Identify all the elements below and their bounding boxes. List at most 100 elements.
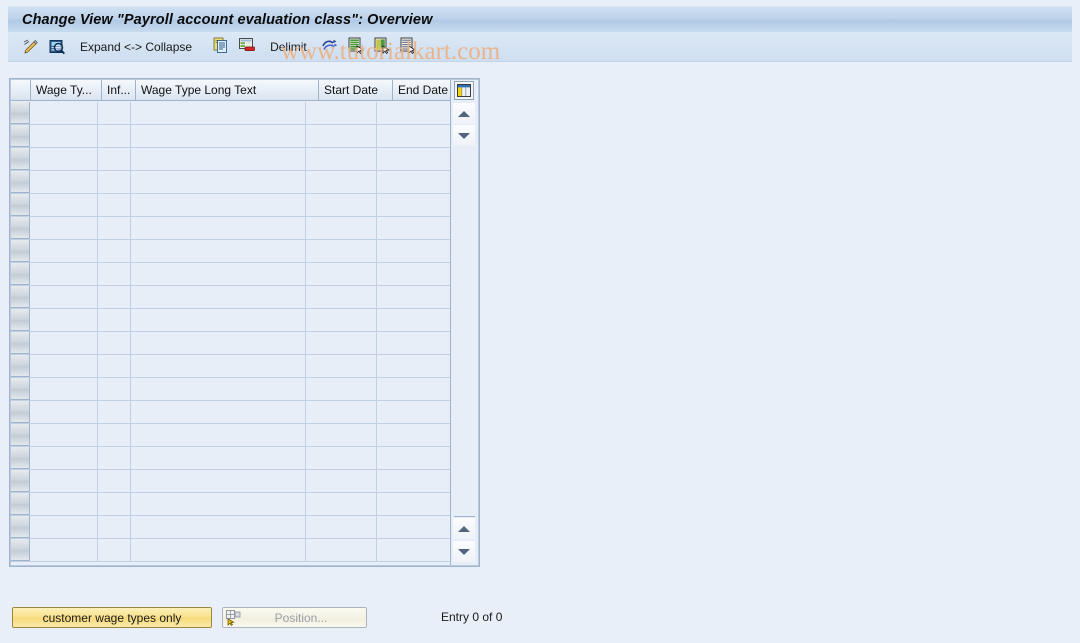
table-cell-start_date[interactable] [306,240,378,262]
table-cell-start_date[interactable] [306,102,378,124]
table-row[interactable] [11,217,453,240]
table-row[interactable] [11,470,453,493]
row-selector-button[interactable] [11,240,31,262]
table-cell-wage_type[interactable] [30,309,99,331]
table-cell-end_date[interactable] [377,401,453,423]
row-selector-button[interactable] [11,263,31,285]
table-cell-infotype[interactable] [98,217,131,239]
table-cell-infotype[interactable] [98,447,131,469]
row-selector-button[interactable] [11,424,31,446]
table-cell-wage_type[interactable] [30,493,99,515]
table-vertical-scrollbar[interactable] [450,80,478,565]
position-button[interactable]: Position... [222,607,367,628]
row-selector-button[interactable] [11,171,31,193]
display-change-button[interactable] [20,36,42,58]
table-cell-start_date[interactable] [306,401,378,423]
table-cell-end_date[interactable] [377,424,453,446]
table-cell-long_text[interactable] [130,516,307,538]
deselect-all-button[interactable] [397,36,419,58]
row-selector-button[interactable] [11,493,31,515]
table-cell-end_date[interactable] [377,286,453,308]
table-cell-long_text[interactable] [130,378,307,400]
table-row[interactable] [11,125,453,148]
column-header-infotype[interactable]: Inf... [102,80,136,100]
undo-button[interactable] [319,36,341,58]
row-selector-button[interactable] [11,309,31,331]
table-cell-start_date[interactable] [306,447,378,469]
row-selector-button[interactable] [11,332,31,354]
table-cell-end_date[interactable] [377,332,453,354]
table-cell-infotype[interactable] [98,148,131,170]
table-cell-end_date[interactable] [377,539,453,561]
table-row[interactable] [11,539,453,562]
table-cell-long_text[interactable] [130,332,307,354]
delete-row-button[interactable] [236,36,258,58]
table-row[interactable] [11,355,453,378]
table-cell-end_date[interactable] [377,447,453,469]
table-cell-wage_type[interactable] [30,263,99,285]
table-cell-start_date[interactable] [306,286,378,308]
table-row[interactable] [11,424,453,447]
table-cell-wage_type[interactable] [30,171,99,193]
table-row[interactable] [11,516,453,539]
table-cell-start_date[interactable] [306,125,378,147]
table-cell-infotype[interactable] [98,102,131,124]
table-cell-wage_type[interactable] [30,355,99,377]
table-cell-long_text[interactable] [130,217,307,239]
table-select-all-corner[interactable] [11,80,31,100]
table-cell-start_date[interactable] [306,539,378,561]
table-cell-wage_type[interactable] [30,470,99,492]
table-cell-long_text[interactable] [130,447,307,469]
row-selector-button[interactable] [11,194,31,216]
table-cell-end_date[interactable] [377,125,453,147]
table-cell-start_date[interactable] [306,263,378,285]
row-selector-button[interactable] [11,447,31,469]
table-cell-infotype[interactable] [98,493,131,515]
table-cell-end_date[interactable] [377,493,453,515]
table-row[interactable] [11,332,453,355]
row-selector-button[interactable] [11,401,31,423]
table-cell-end_date[interactable] [377,516,453,538]
table-cell-long_text[interactable] [130,355,307,377]
table-cell-end_date[interactable] [377,378,453,400]
table-cell-infotype[interactable] [98,470,131,492]
table-cell-start_date[interactable] [306,355,378,377]
table-row[interactable] [11,447,453,470]
table-cell-end_date[interactable] [377,217,453,239]
delimit-button[interactable]: Delimit [262,36,315,58]
table-cell-wage_type[interactable] [30,240,99,262]
table-row[interactable] [11,309,453,332]
table-cell-infotype[interactable] [98,125,131,147]
table-cell-long_text[interactable] [130,493,307,515]
table-cell-end_date[interactable] [377,171,453,193]
table-cell-wage_type[interactable] [30,401,99,423]
table-cell-long_text[interactable] [130,148,307,170]
table-cell-long_text[interactable] [130,240,307,262]
scroll-page-down-button[interactable] [453,541,475,562]
table-settings-icon[interactable] [454,81,474,100]
details-button[interactable] [46,36,68,58]
select-all-button[interactable] [345,36,367,58]
table-cell-long_text[interactable] [130,424,307,446]
table-row[interactable] [11,240,453,263]
row-selector-button[interactable] [11,286,31,308]
table-row[interactable] [11,378,453,401]
table-cell-start_date[interactable] [306,493,378,515]
table-cell-wage_type[interactable] [30,378,99,400]
table-cell-start_date[interactable] [306,217,378,239]
table-cell-wage_type[interactable] [30,148,99,170]
row-selector-button[interactable] [11,355,31,377]
table-cell-wage_type[interactable] [30,539,99,561]
select-block-button[interactable] [371,36,393,58]
table-cell-infotype[interactable] [98,240,131,262]
table-cell-start_date[interactable] [306,194,378,216]
table-cell-long_text[interactable] [130,286,307,308]
row-selector-button[interactable] [11,378,31,400]
table-cell-long_text[interactable] [130,125,307,147]
table-cell-wage_type[interactable] [30,424,99,446]
table-row[interactable] [11,286,453,309]
table-cell-end_date[interactable] [377,240,453,262]
table-row[interactable] [11,401,453,424]
row-selector-button[interactable] [11,539,31,561]
scroll-page-up-button[interactable] [453,518,475,539]
